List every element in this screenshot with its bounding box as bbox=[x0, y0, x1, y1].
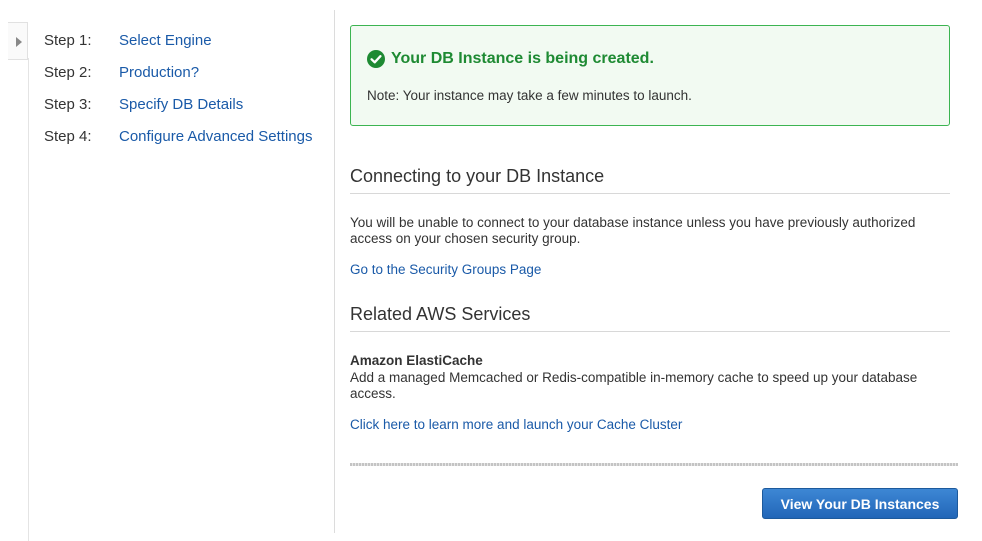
step-number: Step 2: bbox=[44, 63, 92, 81]
sidebar-toggle[interactable] bbox=[8, 22, 28, 60]
vertical-divider bbox=[334, 10, 335, 533]
step-number: Step 4: bbox=[44, 127, 92, 145]
elasticache-description: Add a managed Memcached or Redis-compati… bbox=[350, 370, 918, 401]
step-number: Step 3: bbox=[44, 95, 92, 113]
step-number: Step 1: bbox=[44, 31, 92, 49]
success-alert: Your DB Instance is being created. Note:… bbox=[350, 25, 950, 126]
step-link-specify-db-details[interactable]: Specify DB Details bbox=[119, 96, 243, 113]
success-title-text: Your DB Instance is being created. bbox=[391, 50, 654, 67]
connecting-divider bbox=[350, 193, 950, 194]
security-groups-link[interactable]: Go to the Security Groups Page bbox=[350, 262, 541, 277]
caret-right-icon bbox=[16, 37, 22, 47]
success-title: Your DB Instance is being created. bbox=[367, 50, 654, 68]
connecting-body: You will be unable to connect to your da… bbox=[350, 215, 916, 246]
check-circle-icon bbox=[367, 50, 385, 68]
elasticache-title: Amazon ElastiCache bbox=[350, 353, 483, 368]
connecting-heading: Connecting to your DB Instance bbox=[350, 166, 605, 186]
wizard-steps: Step 1: Select Engine Step 2: Production… bbox=[44, 24, 312, 152]
view-db-instances-button[interactable]: View Your DB Instances bbox=[762, 488, 958, 519]
step-link-select-engine[interactable]: Select Engine bbox=[119, 32, 212, 49]
cache-cluster-link[interactable]: Click here to learn more and launch your… bbox=[350, 417, 682, 432]
step-1: Step 1: Select Engine bbox=[44, 24, 312, 56]
step-link-production[interactable]: Production? bbox=[119, 64, 199, 81]
success-note: Note: Your instance may take a few minut… bbox=[367, 88, 692, 103]
step-3: Step 3: Specify DB Details bbox=[44, 88, 312, 120]
step-link-configure-advanced-settings[interactable]: Configure Advanced Settings bbox=[119, 128, 312, 145]
related-services-divider bbox=[350, 331, 950, 332]
step-2: Step 2: Production? bbox=[44, 56, 312, 88]
related-services-heading: Related AWS Services bbox=[350, 304, 531, 324]
footer-divider bbox=[350, 463, 958, 466]
left-border bbox=[28, 58, 29, 541]
page: Step 1: Select Engine Step 2: Production… bbox=[0, 0, 982, 541]
step-4: Step 4: Configure Advanced Settings bbox=[44, 120, 312, 152]
